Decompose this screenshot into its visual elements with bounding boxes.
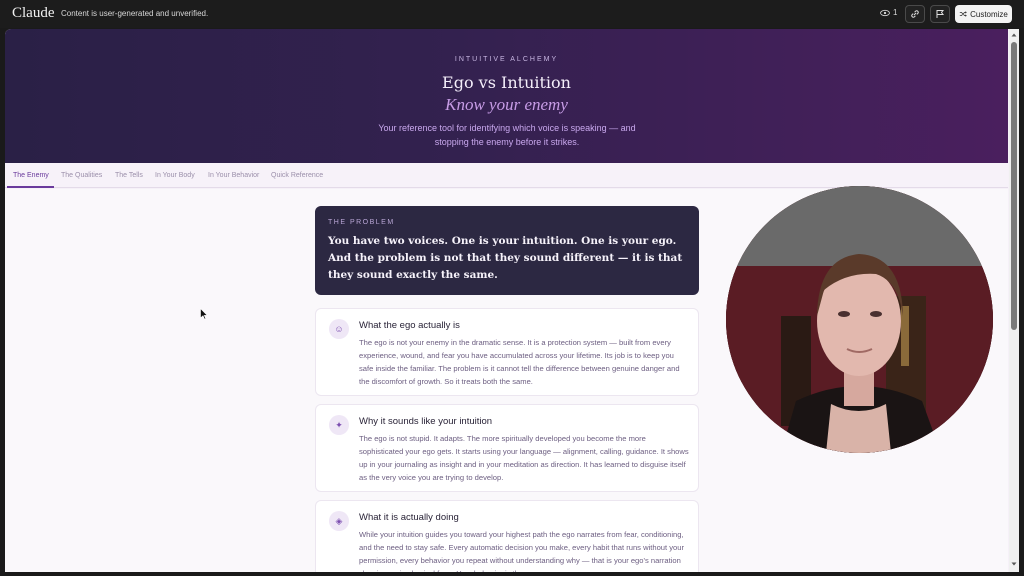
hero-eyebrow: INTUITIVE ALCHEMY: [454, 56, 559, 63]
flag-icon: [936, 10, 944, 18]
report-button[interactable]: [930, 5, 950, 23]
card-body: The ego is not stupid. It adapts. The mo…: [359, 434, 689, 482]
page-subtitle: Know your enemy: [445, 95, 568, 114]
problem-card: THE PROBLEM You have two voices. One is …: [315, 206, 699, 295]
top-bar: Claude Content is user-generated and unv…: [0, 0, 1024, 28]
link-icon: [911, 10, 919, 18]
tab-the-enemy[interactable]: The Enemy: [13, 172, 49, 179]
card-body: The ego is not your enemy in the dramati…: [359, 338, 680, 386]
card-title: What the ego actually is: [359, 320, 460, 331]
page-title: Ego vs Intuition: [442, 73, 571, 92]
mouse-cursor-icon: [200, 308, 208, 320]
tab-in-your-behavior[interactable]: In Your Behavior: [208, 172, 259, 179]
sparkle-icon: ✦: [329, 415, 349, 435]
scroll-up-arrow-icon[interactable]: [1010, 31, 1018, 39]
webcam-video: [726, 186, 993, 453]
scroll-down-arrow-icon[interactable]: [1010, 560, 1018, 568]
problem-text: You have two voices. One is your intuiti…: [328, 235, 683, 281]
card-body: While your intuition guides you toward y…: [359, 530, 685, 572]
info-card: ☺ What the ego actually is The ego is no…: [315, 308, 699, 396]
eye-icon: [880, 9, 890, 16]
content-notice: Content is user-generated and unverified…: [61, 9, 209, 18]
tab-in-your-body[interactable]: In Your Body: [155, 172, 195, 179]
diamond-icon: ◈: [329, 511, 349, 531]
viewer-count-value: 1: [893, 8, 898, 17]
viewer-count: 1: [880, 8, 897, 17]
shuffle-icon: [959, 11, 967, 17]
card-title: What it is actually doing: [359, 512, 459, 523]
artifact-frame: INTUITIVE ALCHEMY Ego vs Intuition Know …: [5, 29, 1019, 572]
vertical-scrollbar[interactable]: [1009, 29, 1019, 572]
webcam-overlay: [726, 186, 993, 453]
tab-quick-reference[interactable]: Quick Reference: [271, 172, 323, 179]
copy-link-button[interactable]: [905, 5, 925, 23]
hero-description: Your reference tool for identifying whic…: [378, 123, 636, 147]
tab-the-qualities[interactable]: The Qualities: [61, 172, 102, 179]
hero-header: INTUITIVE ALCHEMY Ego vs Intuition Know …: [5, 29, 1008, 163]
brand-logo[interactable]: Claude: [12, 5, 55, 22]
customize-button[interactable]: Customize: [955, 5, 1012, 23]
customize-label: Customize: [970, 9, 1008, 19]
problem-eyebrow: THE PROBLEM: [328, 219, 395, 226]
active-tab-indicator: [7, 186, 54, 188]
tab-bar: The Enemy The Qualities The Tells In You…: [5, 163, 1008, 188]
scrollbar-thumb[interactable]: [1011, 42, 1017, 330]
info-card: ✦ Why it sounds like your intuition The …: [315, 404, 699, 492]
card-title: Why it sounds like your intuition: [359, 416, 493, 427]
smile-icon: ☺: [329, 319, 349, 339]
tab-the-tells[interactable]: The Tells: [115, 172, 143, 179]
info-card: ◈ What it is actually doing While your i…: [315, 500, 699, 572]
